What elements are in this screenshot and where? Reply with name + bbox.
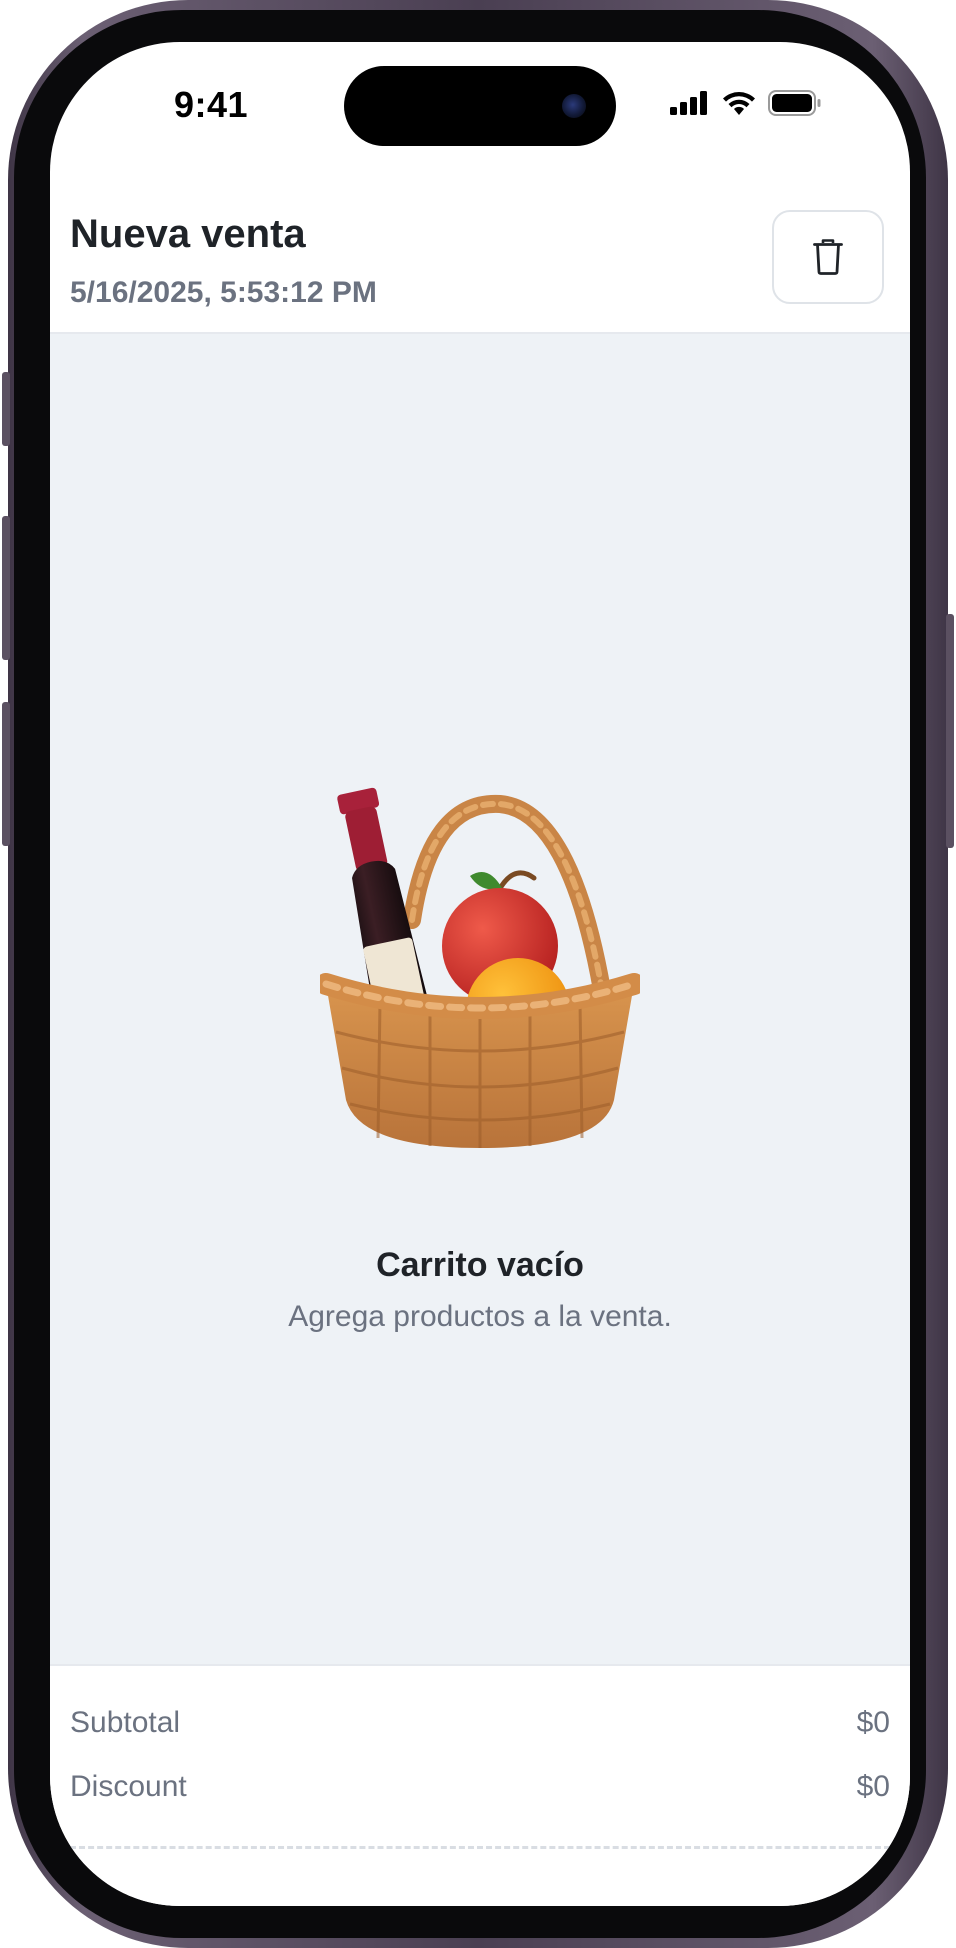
- volume-down-button: [2, 702, 10, 846]
- status-icons: [670, 90, 822, 116]
- discount-label: Discount: [70, 1770, 187, 1803]
- page-title: Nueva venta: [70, 212, 306, 256]
- subtotal-label: Subtotal: [70, 1706, 181, 1739]
- action-button: [2, 372, 10, 446]
- clear-cart-button[interactable]: [772, 210, 884, 304]
- volume-up-button: [2, 516, 10, 660]
- empty-cart-subtitle: Agrega productos a la venta.: [288, 1300, 672, 1333]
- discount-value: $0: [856, 1770, 890, 1803]
- sale-datetime: 5/16/2025, 5:53:12 PM: [70, 276, 377, 309]
- subtotal-row: Subtotal $0: [70, 1706, 890, 1740]
- front-camera: [562, 94, 586, 118]
- discount-row: Discount $0: [70, 1770, 890, 1804]
- power-button: [946, 614, 954, 848]
- cellular-signal-icon: [670, 91, 707, 115]
- status-time: 9:41: [174, 84, 249, 125]
- sale-header: Nueva venta 5/16/2025, 5:53:12 PM: [50, 192, 910, 334]
- cart-content: Carrito vacío Agrega productos a la vent…: [50, 334, 910, 1664]
- basket-illustration: [320, 787, 640, 1148]
- screen: 9:41 Nueva venta 5/16/2025, 5:53:12 PM C…: [50, 42, 910, 1906]
- wifi-icon: [723, 92, 755, 115]
- order-summary: Subtotal $0 Discount $0: [50, 1664, 910, 1906]
- battery-icon: [768, 90, 821, 116]
- summary-divider: [70, 1846, 890, 1849]
- subtotal-value: $0: [856, 1706, 890, 1739]
- trash-icon: [813, 239, 843, 275]
- empty-cart-title: Carrito vacío: [376, 1246, 584, 1284]
- dynamic-island: [344, 66, 616, 146]
